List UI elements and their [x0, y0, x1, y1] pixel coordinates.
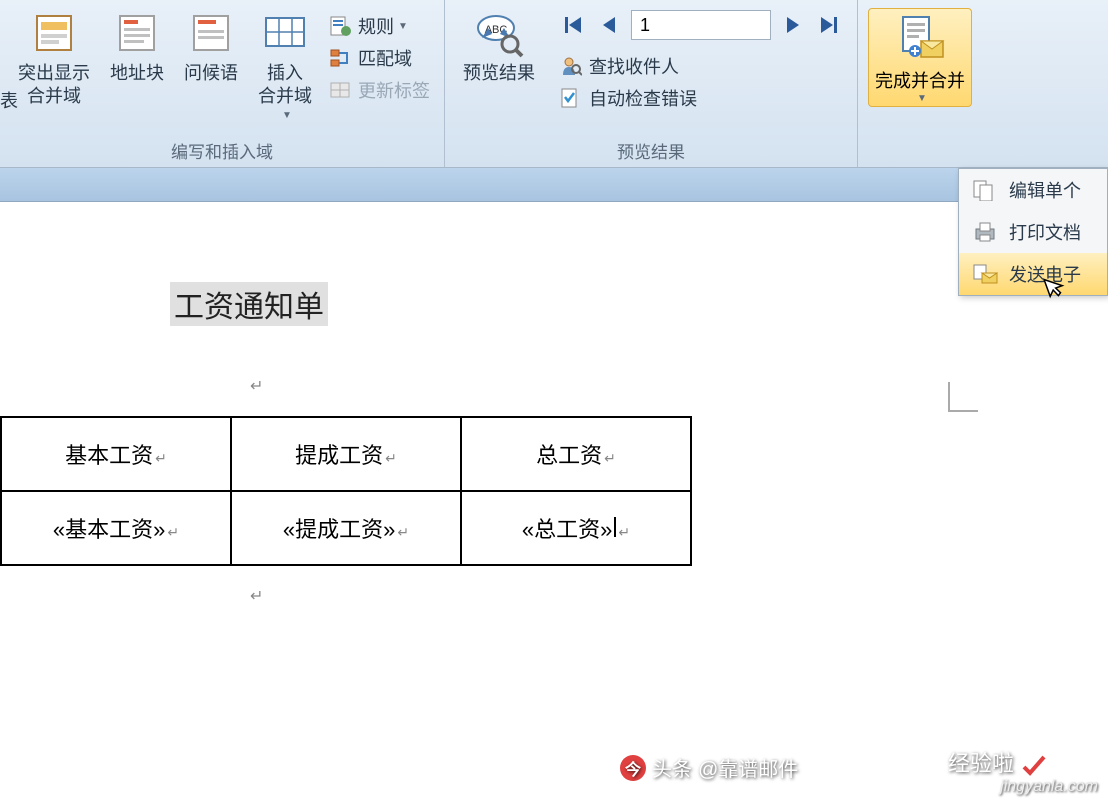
finish-merge-icon [895, 13, 945, 63]
address-block-button[interactable]: 地址块 [100, 6, 174, 87]
find-recipient-button[interactable]: 查找收件人 [553, 50, 849, 82]
button-label: 预览结果 [463, 62, 535, 85]
ribbon-group-write-insert: 突出显示 合并域 地址块 问候语 插入 合并域 ▼ [0, 0, 445, 167]
watermark-jingyan: 经验啦 [948, 746, 1048, 778]
record-navigation [553, 10, 849, 40]
email-icon [971, 262, 999, 286]
menu-item-label: 编辑单个 [1009, 177, 1081, 203]
match-fields-icon [328, 46, 352, 70]
update-labels-icon [328, 78, 352, 102]
table-header-cell[interactable]: 总工资↵ [461, 417, 691, 491]
document-area: 工资通知单 ↵ 基本工资↵ 提成工资↵ 总工资↵ «基本工资»↵ «提成工资»↵… [0, 202, 1108, 800]
button-label: 突出显示 合并域 [18, 62, 90, 109]
greeting-line-button[interactable]: 问候语 [174, 6, 248, 87]
auto-check-errors-button[interactable]: 自动检查错误 [553, 82, 849, 114]
preview-results-button[interactable]: ABC 预览结果 [453, 6, 545, 87]
table-field-cell[interactable]: «基本工资»↵ [1, 491, 231, 565]
table-row: 基本工资↵ 提成工资↵ 总工资↵ [1, 417, 691, 491]
table-field-cell[interactable]: «提成工资»↵ [231, 491, 461, 565]
item-label: 更新标签 [358, 77, 430, 103]
record-number-input[interactable] [631, 10, 771, 40]
watermark-toutiao: 今 头条 @靠谱邮件 [620, 753, 798, 782]
finish-merge-button[interactable]: 完成并合并 ▼ [868, 8, 972, 107]
send-email-item[interactable]: 发送电子 [959, 253, 1107, 295]
button-label: 地址块 [110, 62, 164, 85]
dropdown-arrow-icon: ▼ [282, 109, 292, 122]
button-label: 完成并合并 [875, 67, 965, 93]
ribbon-group-preview: ABC 预览结果 [445, 0, 858, 167]
rules-icon [328, 14, 352, 38]
item-label: 匹配域 [358, 45, 412, 71]
salary-table: 基本工资↵ 提成工资↵ 总工资↵ «基本工资»↵ «提成工资»↵ «总工资»↵ [0, 416, 692, 566]
paragraph-mark: ↵ [250, 376, 1108, 396]
table-header-cell[interactable]: 提成工资↵ [231, 417, 461, 491]
table-field-cell[interactable]: «总工资»↵ [461, 491, 691, 565]
check-errors-icon [559, 86, 583, 110]
table-row: «基本工资»↵ «提成工资»↵ «总工资»↵ [1, 491, 691, 565]
finish-merge-dropdown: 编辑单个 打印文档 发送电子 [958, 168, 1108, 296]
item-label: 规则 [358, 13, 394, 39]
page-corner-mark [948, 382, 978, 412]
ribbon-group-finish: 完成并合并 ▼ [858, 0, 982, 167]
button-label: 问候语 [184, 62, 238, 85]
item-label: 自动检查错误 [589, 85, 697, 111]
next-record-button[interactable] [779, 11, 807, 39]
rules-button[interactable]: 规则 ▼ [322, 10, 436, 42]
paragraph-mark: ↵ [250, 586, 1108, 606]
document-title[interactable]: 工资通知单 [170, 282, 328, 326]
insert-merge-field-button[interactable]: 插入 合并域 ▼ [248, 6, 322, 124]
group-label: 编写和插入域 [171, 134, 273, 165]
first-record-button[interactable] [559, 11, 587, 39]
print-docs-item[interactable]: 打印文档 [959, 211, 1107, 253]
menu-item-label: 打印文档 [1009, 219, 1081, 245]
highlight-merge-fields-button[interactable]: 突出显示 合并域 [8, 6, 100, 111]
ribbon: 表 突出显示 合并域 地址块 问候语 [0, 0, 1108, 168]
print-icon [971, 220, 999, 244]
update-labels-button: 更新标签 [322, 74, 436, 106]
insert-merge-field-icon [260, 8, 310, 58]
toutiao-logo-icon: 今 [620, 755, 646, 781]
button-label: 插入 合并域 [258, 62, 312, 109]
item-label: 查找收件人 [589, 53, 679, 79]
highlight-fields-icon [29, 8, 79, 58]
ruler-bar [0, 168, 1108, 202]
group-label: 预览结果 [617, 134, 685, 165]
table-header-cell[interactable]: 基本工资↵ [1, 417, 231, 491]
edit-individual-docs-item[interactable]: 编辑单个 [959, 169, 1107, 211]
watermark-url: jingyanla.com [1000, 778, 1098, 796]
prev-record-button[interactable] [595, 11, 623, 39]
last-record-button[interactable] [815, 11, 843, 39]
dropdown-arrow-icon: ▼ [398, 21, 408, 32]
match-fields-button[interactable]: 匹配域 [322, 42, 436, 74]
edit-docs-icon [971, 178, 999, 202]
preview-results-icon: ABC [474, 8, 524, 58]
greeting-line-icon [186, 8, 236, 58]
address-block-icon [112, 8, 162, 58]
dropdown-arrow-icon: ▼ [917, 93, 927, 104]
find-recipient-icon [559, 54, 583, 78]
